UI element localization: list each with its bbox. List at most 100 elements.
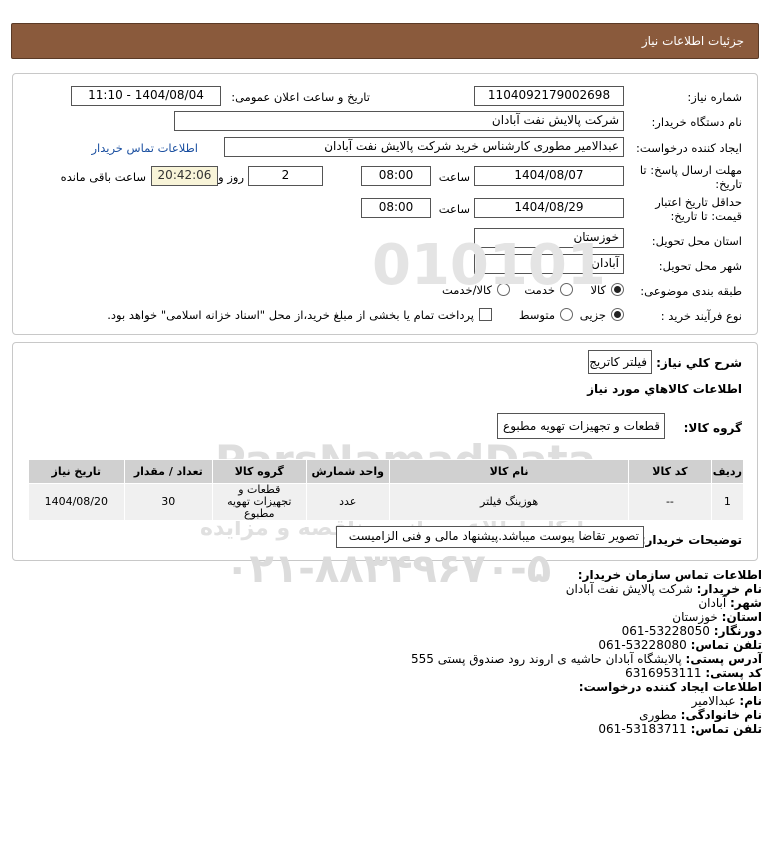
goods-info-title: اطلاعات كالاهاي مورد نياز — [587, 382, 742, 396]
reply-days-field: 2 — [248, 166, 323, 186]
col-qty: تعداد / مقدار — [123, 459, 214, 484]
cell-code: -- — [628, 483, 712, 521]
category-radio-goods[interactable] — [611, 283, 624, 296]
reply-deadline-time-label: ساعت — [438, 170, 470, 184]
reply-deadline-label: مهلت ارسال پاسخ: تا تاریخ: — [640, 163, 742, 191]
buyer-notes-field: تصویر تقاضا پیوست میباشد.پیشنهاد مالی و … — [336, 526, 644, 548]
category-radio-service[interactable] — [560, 283, 573, 296]
reply-deadline-label-line1: مهلت ارسال پاسخ: تا — [639, 163, 742, 177]
goods-group-label: گروه کالا: — [683, 421, 742, 435]
requester-field: عبدالامیر مطوری کارشناس خرید شرکت پالایش… — [224, 137, 624, 157]
contact-fax: دورنگار: 53228050-061 — [621, 624, 762, 638]
announce-datetime-field: 1404/08/04 - 11:10 — [71, 86, 221, 106]
requester-last-name-value: مطوری — [639, 708, 677, 722]
requester-first-name-label: نام: — [739, 694, 762, 708]
cell-group: قطعات و تجهیزات تهویه مطبوع — [212, 483, 307, 521]
treasury-checkbox[interactable] — [479, 308, 492, 321]
cell-name: هوزینگ فیلتر — [388, 483, 630, 521]
contact-phone: تلفن تماس: 53228080-061 — [598, 638, 762, 652]
category-option-service: خدمت — [524, 283, 555, 297]
col-code: کد کالا — [628, 459, 712, 484]
contact-phone-value: 53228080-061 — [598, 638, 687, 652]
price-validity-label: حداقل تاریخ اعتبار قیمت: تا تاریخ: — [655, 195, 742, 223]
need-number-label: شماره نیاز: — [687, 90, 742, 104]
requester-last-name-label: نام خانوادگی: — [680, 708, 762, 722]
category-option-goods-service: کالا/خدمت — [441, 283, 492, 297]
announce-datetime-label: تاریخ و ساعت اعلان عمومی: — [231, 90, 370, 104]
col-name: نام کالا — [388, 459, 630, 484]
cell-qty: 30 — [123, 483, 214, 521]
contact-city-label: شهر: — [730, 596, 762, 610]
reply-days-label: روز و — [218, 170, 244, 184]
goods-table: ردیف کد کالا نام کالا واحد شمارش گروه کا… — [28, 459, 745, 521]
col-unit: واحد شمارش — [305, 459, 390, 484]
requester-label: ایجاد کننده درخواست: — [636, 141, 742, 155]
category-radio-goods-service[interactable] — [497, 283, 510, 296]
table-header-row: ردیف کد کالا نام کالا واحد شمارش گروه کا… — [28, 459, 745, 484]
price-validity-label-line1: حداقل تاریخ اعتبار — [655, 195, 742, 209]
price-validity-label-line2: قیمت: تا تاریخ: — [670, 209, 742, 223]
requester-phone: تلفن تماس: 53183711-061 — [598, 722, 762, 736]
province-label: استان محل تحویل: — [651, 234, 742, 248]
summary-label: شرح كلي نياز: — [656, 356, 742, 370]
requester-info-title: اطلاعات ایجاد کننده درخواست: — [578, 680, 762, 694]
requester-first-name: نام: عبدالامیر — [691, 694, 762, 708]
buyer-notes-label: توضیحات خریدار: — [640, 533, 742, 547]
process-radio-minor[interactable] — [611, 308, 624, 321]
summary-field: فیلتر کاتریج — [588, 350, 652, 374]
requester-last-name: نام خانوادگی: مطوری — [639, 708, 762, 722]
contact-fax-value: 53228050-061 — [621, 624, 710, 638]
contact-address: آدرس پستی: پالایشگاه آبادان حاشیه ی ارون… — [411, 652, 762, 666]
page-title: جزئیات اطلاعات نیاز — [641, 34, 744, 48]
price-validity-time-label: ساعت — [438, 202, 470, 216]
contact-buyer-name-label: نام خریدار: — [696, 582, 762, 596]
contact-phone-label: تلفن تماس: — [690, 638, 762, 652]
contact-fax-label: دورنگار: — [713, 624, 762, 638]
process-option-minor: جزیی — [579, 308, 606, 322]
contact-province-label: استان: — [721, 610, 762, 624]
cell-date: 1404/08/20 — [28, 483, 125, 521]
process-radio-medium[interactable] — [560, 308, 573, 321]
contact-city: شهر: آبادان — [698, 596, 762, 610]
remaining-time-label: ساعت باقی مانده — [60, 170, 146, 184]
contact-province-value: خوزستان — [672, 610, 718, 624]
requester-phone-label: تلفن تماس: — [690, 722, 762, 736]
contact-province: استان: خوزستان — [672, 610, 762, 624]
requester-phone-value: 53183711-061 — [598, 722, 687, 736]
process-option-medium: متوسط — [518, 308, 555, 322]
buyer-org-field: شرکت پالایش نفت آبادان — [174, 111, 624, 131]
price-validity-date-field: 1404/08/29 — [474, 198, 624, 218]
goods-group-field: قطعات و تجهیزات تهویه مطبوع — [497, 413, 665, 439]
buyer-contact-link[interactable]: اطلاعات تماس خریدار — [91, 141, 198, 155]
process-label: نوع فرآیند خرید : — [660, 309, 742, 323]
page-header: جزئیات اطلاعات نیاز — [11, 23, 759, 59]
city-field: آبادان — [474, 254, 624, 274]
contact-buyer-name: نام خریدار: شرکت پالایش نفت آبادان — [565, 582, 762, 596]
reply-deadline-label-line2: تاریخ: — [715, 177, 742, 191]
requester-first-name-value: عبدالامیر — [691, 694, 736, 708]
table-row: 1 -- هوزینگ فیلتر عدد قطعات و تجهیزات ته… — [28, 483, 745, 521]
contact-address-label: آدرس پستی: — [685, 652, 762, 666]
price-validity-time-field: 08:00 — [361, 198, 431, 218]
reply-deadline-date-field: 1404/08/07 — [474, 166, 624, 186]
col-date: تاریخ نیاز — [28, 459, 125, 484]
contact-buyer-name-value: شرکت پالایش نفت آبادان — [565, 582, 693, 596]
contact-postal: کد پستی: 6316953111 — [625, 666, 762, 680]
remaining-time-field: 20:42:06 — [151, 166, 218, 186]
city-label: شهر محل تحویل: — [658, 259, 742, 273]
treasury-note: پرداخت تمام یا بخشی از مبلغ خرید،از محل … — [107, 308, 474, 322]
contact-postal-label: کد پستی: — [705, 666, 762, 680]
contact-address-value: پالایشگاه آبادان حاشیه ی اروند رود صندوق… — [411, 652, 682, 666]
buyer-org-label: نام دستگاه خریدار: — [651, 115, 742, 129]
category-label: طبقه بندی موضوعی: — [640, 284, 742, 298]
cell-unit: عدد — [305, 483, 390, 521]
category-option-goods: کالا — [590, 283, 606, 297]
cell-row: 1 — [710, 483, 745, 521]
col-row: ردیف — [710, 459, 745, 484]
contact-org-title: اطلاعات تماس سازمان خریدار: — [577, 568, 762, 582]
col-group: گروه کالا — [212, 459, 307, 484]
contact-city-value: آبادان — [698, 596, 727, 610]
reply-deadline-time-field: 08:00 — [361, 166, 431, 186]
contact-postal-value: 6316953111 — [625, 666, 702, 680]
need-number-field: 1104092179002698 — [474, 86, 624, 106]
